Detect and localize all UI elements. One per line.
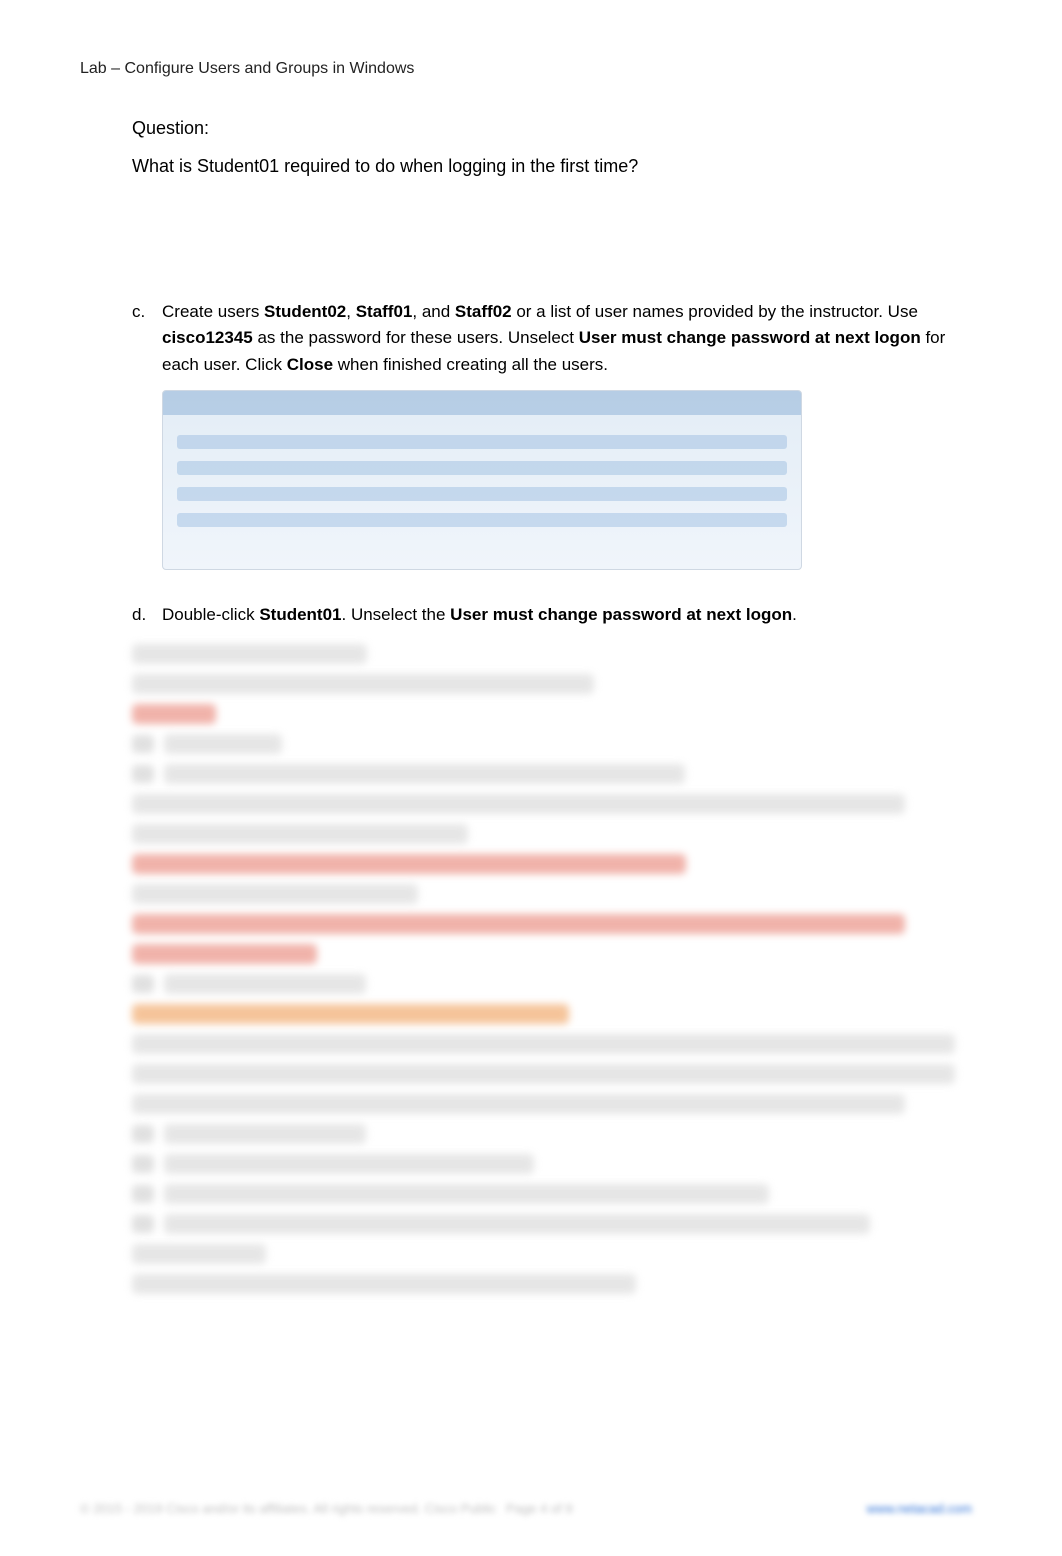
bold-text: Close	[287, 355, 333, 374]
plain-text: , and	[412, 302, 455, 321]
obscured-line	[164, 1154, 534, 1174]
plain-text: Create users	[162, 302, 264, 321]
placeholder-row	[177, 487, 787, 501]
obscured-line	[164, 734, 282, 754]
question-block: Question: What is Student01 required to …	[132, 118, 972, 179]
plain-text: . Unselect the	[342, 605, 451, 624]
obscured-step	[132, 1184, 972, 1204]
footer-copyright: © 2015 - 2019 Cisco and/or its affiliate…	[80, 1501, 496, 1516]
obscured-line	[132, 674, 594, 694]
obscured-line	[132, 944, 317, 964]
obscured-step-letter	[132, 975, 154, 993]
step-d: d. Double-click Student01. Unselect the …	[132, 602, 972, 628]
plain-text: or a list of user names provided by the …	[512, 302, 918, 321]
plain-text: when finished creating all the users.	[333, 355, 608, 374]
placeholder-titlebar	[163, 391, 801, 415]
footer-link-wrap: www.netacad.com	[867, 1501, 973, 1516]
obscured-step	[132, 764, 972, 784]
plain-text: as the password for these users. Unselec…	[253, 328, 579, 347]
step-body: Create users Student02, Staff01, and Sta…	[162, 299, 972, 592]
obscured-line	[132, 794, 905, 814]
obscured-line	[132, 704, 216, 724]
placeholder-row	[177, 461, 787, 475]
question-text: What is Student01 required to do when lo…	[132, 153, 972, 179]
bold-text: User must change password at next logon	[450, 605, 792, 624]
placeholder-row	[177, 513, 787, 527]
step-letter: c.	[132, 299, 162, 592]
obscured-line	[132, 884, 418, 904]
step-list: c. Create users Student02, Staff01, and …	[132, 299, 972, 628]
plain-text: ,	[346, 302, 355, 321]
obscured-line	[132, 1094, 905, 1114]
document-page: Lab – Configure Users and Groups in Wind…	[0, 0, 1062, 1556]
step-d-text: Double-click Student01. Unselect the Use…	[162, 605, 797, 624]
bold-text: cisco12345	[162, 328, 253, 347]
screenshot-placeholder	[162, 390, 802, 570]
obscured-line	[132, 644, 367, 664]
obscured-line	[132, 854, 686, 874]
placeholder-row	[177, 435, 787, 449]
obscured-step	[132, 974, 972, 994]
obscured-step-letter	[132, 1155, 154, 1173]
step-body: Double-click Student01. Unselect the Use…	[162, 602, 972, 628]
obscured-step-letter	[132, 765, 154, 783]
question-label: Question:	[132, 118, 972, 139]
obscured-line	[132, 1244, 266, 1264]
obscured-line	[132, 1034, 955, 1054]
bold-text: User must change password at next logon	[579, 328, 921, 347]
plain-text: .	[792, 605, 797, 624]
page-header: Lab – Configure Users and Groups in Wind…	[80, 60, 972, 78]
step-c: c. Create users Student02, Staff01, and …	[132, 299, 972, 592]
step-letter: d.	[132, 602, 162, 628]
obscured-step	[132, 734, 972, 754]
page-footer: © 2015 - 2019 Cisco and/or its affiliate…	[80, 1501, 972, 1516]
obscured-line	[132, 1274, 636, 1294]
obscured-step	[132, 1214, 972, 1234]
bold-text: Staff01	[356, 302, 413, 321]
obscured-line	[164, 1214, 870, 1234]
footer-link[interactable]: www.netacad.com	[867, 1501, 973, 1516]
obscured-step-letter	[132, 1125, 154, 1143]
plain-text: Double-click	[162, 605, 259, 624]
obscured-line	[132, 914, 905, 934]
obscured-step	[132, 1154, 972, 1174]
obscured-heading	[132, 1004, 569, 1024]
obscured-content	[132, 644, 972, 1294]
footer-page-number: Page 4 of 9	[506, 1501, 573, 1516]
obscured-line	[164, 974, 366, 994]
obscured-step-letter	[132, 735, 154, 753]
bold-text: Student02	[264, 302, 346, 321]
step-c-text: Create users Student02, Staff01, and Sta…	[162, 302, 945, 374]
bold-text: Student01	[259, 605, 341, 624]
obscured-line	[132, 1064, 955, 1084]
main-content: Question: What is Student01 required to …	[132, 118, 972, 1294]
lab-title: Lab – Configure Users and Groups in Wind…	[80, 60, 414, 77]
obscured-line	[164, 1124, 366, 1144]
obscured-line	[132, 824, 468, 844]
obscured-step-letter	[132, 1215, 154, 1233]
obscured-line	[164, 764, 685, 784]
bold-text: Staff02	[455, 302, 512, 321]
obscured-step	[132, 1124, 972, 1144]
obscured-line	[164, 1184, 769, 1204]
obscured-step-letter	[132, 1185, 154, 1203]
